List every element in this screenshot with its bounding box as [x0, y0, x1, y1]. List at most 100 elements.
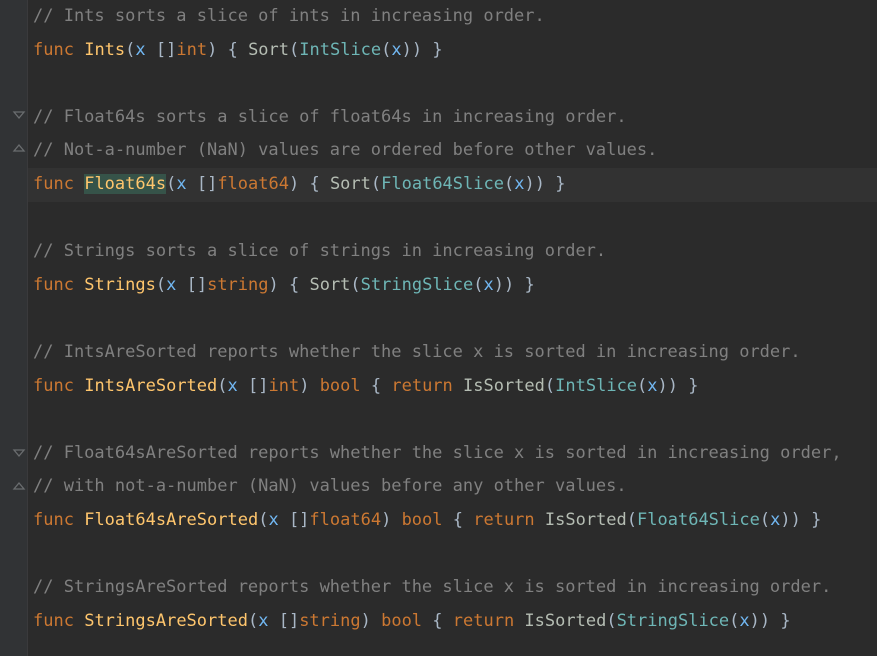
code-line[interactable]: func StringsAreSorted(x []string) bool {… — [28, 605, 877, 639]
code-line[interactable] — [28, 403, 877, 437]
fold-open-icon[interactable] — [12, 446, 26, 460]
paren: )) — [524, 174, 544, 194]
func-call: Sort — [248, 40, 289, 60]
func-name: Ints — [84, 40, 125, 60]
paren: ( — [760, 510, 770, 530]
array-brackets: [] — [187, 174, 218, 194]
comment-text: // Ints sorts a slice of ints in increas… — [33, 6, 545, 26]
paren: )) — [658, 376, 678, 396]
code-line[interactable] — [28, 538, 877, 572]
paren: ) — [289, 174, 309, 194]
keyword-func: func — [33, 376, 74, 396]
code-line-current[interactable]: func Float64s(x []float64) { Sort(Float6… — [28, 168, 877, 202]
fold-close-icon[interactable] — [12, 141, 26, 155]
paren: ) — [299, 376, 319, 396]
keyword-func: func — [33, 174, 74, 194]
brace: { — [422, 611, 453, 631]
paren: ( — [371, 174, 381, 194]
param: x — [770, 510, 780, 530]
code-line[interactable]: func Strings(x []string) { Sort(StringSl… — [28, 269, 877, 303]
keyword-return: return — [453, 611, 514, 631]
array-brackets: [] — [238, 376, 269, 396]
brace: { — [443, 510, 474, 530]
code-line[interactable]: // Strings sorts a slice of strings in i… — [28, 235, 877, 269]
return-type: bool — [402, 510, 443, 530]
brace: { — [361, 376, 392, 396]
code-editor[interactable]: // Ints sorts a slice of ints in increas… — [28, 0, 877, 638]
param: x — [514, 174, 524, 194]
brace: { — [309, 174, 329, 194]
code-line[interactable]: // Not-a-number (NaN) values are ordered… — [28, 134, 877, 168]
func-call: Sort — [309, 275, 350, 295]
keyword-return: return — [473, 510, 534, 530]
func-call: IsSorted — [453, 376, 545, 396]
paren: ( — [217, 376, 227, 396]
param: x — [258, 611, 268, 631]
brace: { — [228, 40, 248, 60]
code-line[interactable]: // with not-a-number (NaN) values before… — [28, 470, 877, 504]
code-line[interactable]: // IntsAreSorted reports whether the sli… — [28, 336, 877, 370]
paren: ) — [269, 275, 289, 295]
code-line[interactable] — [28, 67, 877, 101]
paren: ( — [473, 275, 483, 295]
keyword-func: func — [33, 611, 74, 631]
fold-close-icon[interactable] — [12, 479, 26, 493]
code-line[interactable]: // Float64sAreSorted reports whether the… — [28, 437, 877, 471]
func-call: Sort — [330, 174, 371, 194]
array-brackets: [] — [279, 510, 310, 530]
type-name: IntSlice — [555, 376, 637, 396]
paren: ( — [166, 174, 176, 194]
return-type: bool — [381, 611, 422, 631]
paren: ( — [504, 174, 514, 194]
array-brackets: [] — [268, 611, 299, 631]
param: x — [268, 510, 278, 530]
type: float64 — [217, 174, 289, 194]
return-type: bool — [320, 376, 361, 396]
array-brackets: [] — [176, 275, 207, 295]
param: x — [484, 275, 494, 295]
paren: ( — [637, 376, 647, 396]
code-line[interactable] — [28, 302, 877, 336]
code-line[interactable]: // StringsAreSorted reports whether the … — [28, 571, 877, 605]
code-line[interactable]: func IntsAreSorted(x []int) bool { retur… — [28, 370, 877, 404]
paren: ( — [248, 611, 258, 631]
param: x — [647, 376, 657, 396]
param: x — [228, 376, 238, 396]
type: string — [299, 611, 360, 631]
keyword-func: func — [33, 40, 74, 60]
func-name: IntsAreSorted — [84, 376, 217, 396]
paren: ( — [125, 40, 135, 60]
array-brackets: [] — [146, 40, 177, 60]
editor-gutter — [0, 0, 28, 656]
comment-text: // Float64sAreSorted reports whether the… — [33, 443, 842, 463]
code-line[interactable]: func Float64sAreSorted(x []float64) bool… — [28, 504, 877, 538]
param: x — [176, 174, 186, 194]
paren: ( — [289, 40, 299, 60]
fold-open-icon[interactable] — [12, 108, 26, 122]
type: float64 — [309, 510, 381, 530]
comment-text: // Float64s sorts a slice of float64s in… — [33, 107, 627, 127]
func-name-highlighted: Float64s — [84, 174, 166, 194]
paren: ( — [729, 611, 739, 631]
func-name: Strings — [84, 275, 156, 295]
paren: ( — [381, 40, 391, 60]
paren: ( — [606, 611, 616, 631]
comment-text: // IntsAreSorted reports whether the sli… — [33, 342, 801, 362]
code-line[interactable] — [28, 202, 877, 236]
comment-text: // Not-a-number (NaN) values are ordered… — [33, 140, 657, 160]
paren: )) — [402, 40, 422, 60]
keyword-func: func — [33, 510, 74, 530]
comment-text: // StringsAreSorted reports whether the … — [33, 577, 831, 597]
type-name: Float64Slice — [637, 510, 760, 530]
comment-text: // with not-a-number (NaN) values before… — [33, 476, 627, 496]
brace: { — [289, 275, 309, 295]
func-call: IsSorted — [514, 611, 606, 631]
paren: )) — [750, 611, 770, 631]
code-line[interactable]: func Ints(x []int) { Sort(IntSlice(x)) } — [28, 34, 877, 68]
param: x — [135, 40, 145, 60]
code-line[interactable]: // Ints sorts a slice of ints in increas… — [28, 0, 877, 34]
type-name: IntSlice — [299, 40, 381, 60]
code-line[interactable]: // Float64s sorts a slice of float64s in… — [28, 101, 877, 135]
brace: } — [801, 510, 821, 530]
keyword-return: return — [391, 376, 452, 396]
